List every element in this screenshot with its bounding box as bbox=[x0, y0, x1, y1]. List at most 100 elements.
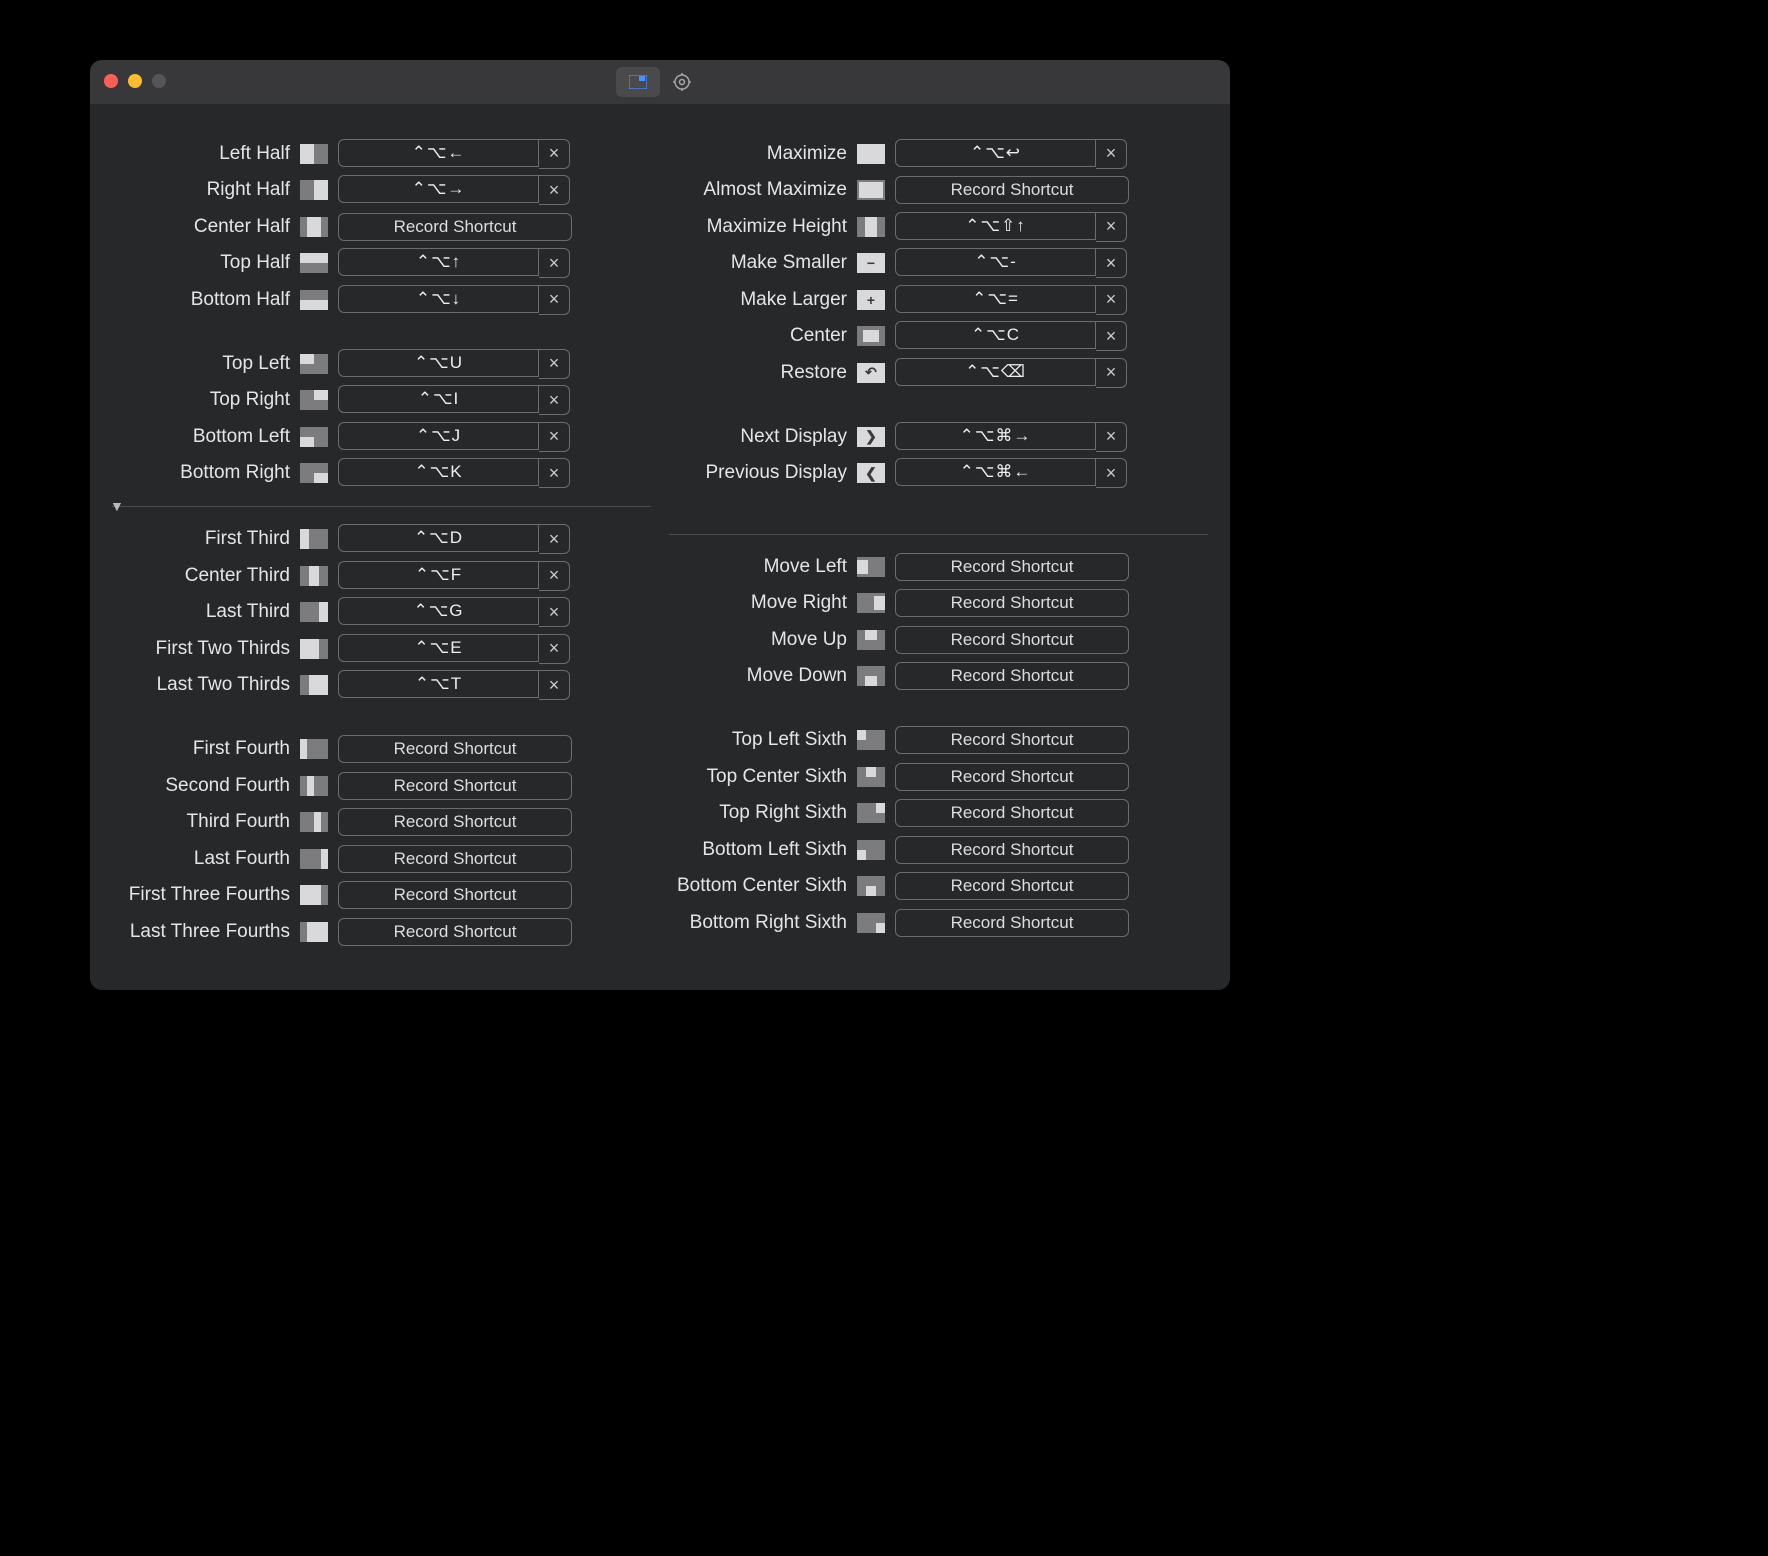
clear-shortcut-button[interactable]: × bbox=[1096, 139, 1127, 169]
record-shortcut-button[interactable]: Record Shortcut bbox=[895, 662, 1129, 690]
center-icon bbox=[857, 326, 885, 346]
clear-shortcut-button[interactable]: × bbox=[539, 285, 570, 315]
record-shortcut-button[interactable]: Record Shortcut bbox=[895, 836, 1129, 864]
move-up-icon bbox=[857, 630, 885, 650]
action-row: First Third⌃⌥D× bbox=[112, 526, 651, 553]
clear-shortcut-button[interactable]: × bbox=[539, 634, 570, 664]
action-label: Next Display bbox=[669, 426, 847, 448]
record-shortcut-button[interactable]: Record Shortcut bbox=[338, 808, 572, 836]
action-row: Bottom Left SixthRecord Shortcut bbox=[669, 836, 1208, 863]
record-shortcut-button[interactable]: Record Shortcut bbox=[895, 799, 1129, 827]
zoom-window-button[interactable] bbox=[152, 74, 166, 88]
action-label: Last Two Thirds bbox=[112, 674, 290, 696]
record-shortcut-button[interactable]: Record Shortcut bbox=[338, 735, 572, 763]
clear-shortcut-button[interactable]: × bbox=[1096, 321, 1127, 351]
action-row: First FourthRecord Shortcut bbox=[112, 736, 651, 763]
action-row: First Two Thirds⌃⌥E× bbox=[112, 635, 651, 662]
clear-shortcut-button[interactable]: × bbox=[539, 597, 570, 627]
shortcut-value[interactable]: ⌃⌥J bbox=[338, 422, 539, 450]
record-shortcut-button[interactable]: Record Shortcut bbox=[895, 553, 1129, 581]
top-right-sixth-icon bbox=[857, 803, 885, 823]
shortcut-value[interactable]: ⌃⌥↑ bbox=[338, 248, 539, 276]
action-row: Last Third⌃⌥G× bbox=[112, 599, 651, 626]
shortcut-value[interactable]: ⌃⌥T bbox=[338, 670, 539, 698]
shortcut-value[interactable]: ⌃⌥⌘→ bbox=[895, 422, 1096, 450]
tab-settings[interactable] bbox=[660, 67, 704, 97]
minimize-window-button[interactable] bbox=[128, 74, 142, 88]
action-label: Maximize bbox=[669, 143, 847, 165]
action-label: First Three Fourths bbox=[112, 884, 290, 906]
center-third-icon bbox=[300, 566, 328, 586]
clear-shortcut-button[interactable]: × bbox=[539, 349, 570, 379]
record-shortcut-button[interactable]: Record Shortcut bbox=[338, 845, 572, 873]
shortcut-value[interactable]: ⌃⌥D bbox=[338, 524, 539, 552]
clear-shortcut-button[interactable]: × bbox=[539, 458, 570, 488]
shortcut-value[interactable]: ⌃⌥I bbox=[338, 385, 539, 413]
shortcut-value[interactable]: ⌃⌥⌘← bbox=[895, 458, 1096, 486]
record-shortcut-button[interactable]: Record Shortcut bbox=[338, 918, 572, 946]
action-row: Next Display❯⌃⌥⌘→× bbox=[669, 423, 1208, 450]
shortcut-value[interactable]: ⌃⌥C bbox=[895, 321, 1096, 349]
right-half-icon bbox=[300, 180, 328, 200]
shortcut-value[interactable]: ⌃⌥K bbox=[338, 458, 539, 486]
clear-shortcut-button[interactable]: × bbox=[539, 248, 570, 278]
clear-shortcut-button[interactable]: × bbox=[539, 524, 570, 554]
third-fourth-icon bbox=[300, 812, 328, 832]
shortcut-value[interactable]: ⌃⌥- bbox=[895, 248, 1096, 276]
action-row: Right Half⌃⌥→× bbox=[112, 177, 651, 204]
disclosure-triangle[interactable]: ▼ bbox=[104, 498, 130, 514]
record-shortcut-button[interactable]: Record Shortcut bbox=[895, 909, 1129, 937]
record-shortcut-button[interactable]: Record Shortcut bbox=[895, 626, 1129, 654]
record-shortcut-button[interactable]: Record Shortcut bbox=[895, 589, 1129, 617]
record-shortcut-button[interactable]: Record Shortcut bbox=[895, 726, 1129, 754]
clear-shortcut-button[interactable]: × bbox=[1096, 458, 1127, 488]
action-row: Center⌃⌥C× bbox=[669, 323, 1208, 350]
action-row: Third FourthRecord Shortcut bbox=[112, 809, 651, 836]
action-label: Maximize Height bbox=[669, 216, 847, 238]
shortcut-value[interactable]: ⌃⌥= bbox=[895, 285, 1096, 313]
action-row: Bottom Right SixthRecord Shortcut bbox=[669, 909, 1208, 936]
record-shortcut-button[interactable]: Record Shortcut bbox=[338, 881, 572, 909]
clear-shortcut-button[interactable]: × bbox=[539, 139, 570, 169]
clear-shortcut-button[interactable]: × bbox=[539, 670, 570, 700]
action-row: Second FourthRecord Shortcut bbox=[112, 772, 651, 799]
record-shortcut-button[interactable]: Record Shortcut bbox=[895, 872, 1129, 900]
shortcut-value[interactable]: ⌃⌥F bbox=[338, 561, 539, 589]
preferences-window: Left Half⌃⌥←×Right Half⌃⌥→×Center HalfRe… bbox=[90, 60, 1230, 990]
record-shortcut-button[interactable]: Record Shortcut bbox=[338, 772, 572, 800]
action-row: Maximize Height ⌃⌥⇧↑× bbox=[669, 213, 1208, 240]
clear-shortcut-button[interactable]: × bbox=[1096, 358, 1127, 388]
clear-shortcut-button[interactable]: × bbox=[539, 385, 570, 415]
shortcut-value[interactable]: ⌃⌥↩ bbox=[895, 139, 1096, 167]
record-shortcut-button[interactable]: Record Shortcut bbox=[338, 213, 572, 241]
shortcut-value[interactable]: ⌃⌥E bbox=[338, 634, 539, 662]
center-half-icon bbox=[300, 217, 328, 237]
shortcut-value[interactable]: ⌃⌥↓ bbox=[338, 285, 539, 313]
shortcut-value[interactable]: ⌃⌥U bbox=[338, 349, 539, 377]
clear-shortcut-button[interactable]: × bbox=[1096, 248, 1127, 278]
shortcut-value[interactable]: ⌃⌥← bbox=[338, 139, 539, 167]
tab-window-actions[interactable] bbox=[616, 67, 660, 97]
left-column: Left Half⌃⌥←×Right Half⌃⌥→×Center HalfRe… bbox=[112, 140, 651, 990]
clear-shortcut-button[interactable]: × bbox=[539, 561, 570, 591]
shortcut-value[interactable]: ⌃⌥⌫ bbox=[895, 358, 1096, 386]
action-row: Move RightRecord Shortcut bbox=[669, 590, 1208, 617]
clear-shortcut-button[interactable]: × bbox=[1096, 212, 1127, 242]
shortcut-value[interactable]: ⌃⌥→ bbox=[338, 175, 539, 203]
clear-shortcut-button[interactable]: × bbox=[539, 422, 570, 452]
shortcut-value[interactable]: ⌃⌥⇧↑ bbox=[895, 212, 1096, 240]
action-row: Center Third ⌃⌥F× bbox=[112, 562, 651, 589]
shortcut-value[interactable]: ⌃⌥G bbox=[338, 597, 539, 625]
previous-display-icon: ❮ bbox=[857, 463, 885, 483]
record-shortcut-button[interactable]: Record Shortcut bbox=[895, 763, 1129, 791]
bottom-left-icon bbox=[300, 427, 328, 447]
action-label: Move Up bbox=[669, 629, 847, 651]
close-window-button[interactable] bbox=[104, 74, 118, 88]
record-shortcut-button[interactable]: Record Shortcut bbox=[895, 176, 1129, 204]
action-label: Top Left bbox=[112, 353, 290, 375]
clear-shortcut-button[interactable]: × bbox=[1096, 285, 1127, 315]
action-label: Center Third bbox=[112, 565, 290, 587]
action-row: Make Larger+⌃⌥=× bbox=[669, 286, 1208, 313]
clear-shortcut-button[interactable]: × bbox=[539, 175, 570, 205]
clear-shortcut-button[interactable]: × bbox=[1096, 422, 1127, 452]
